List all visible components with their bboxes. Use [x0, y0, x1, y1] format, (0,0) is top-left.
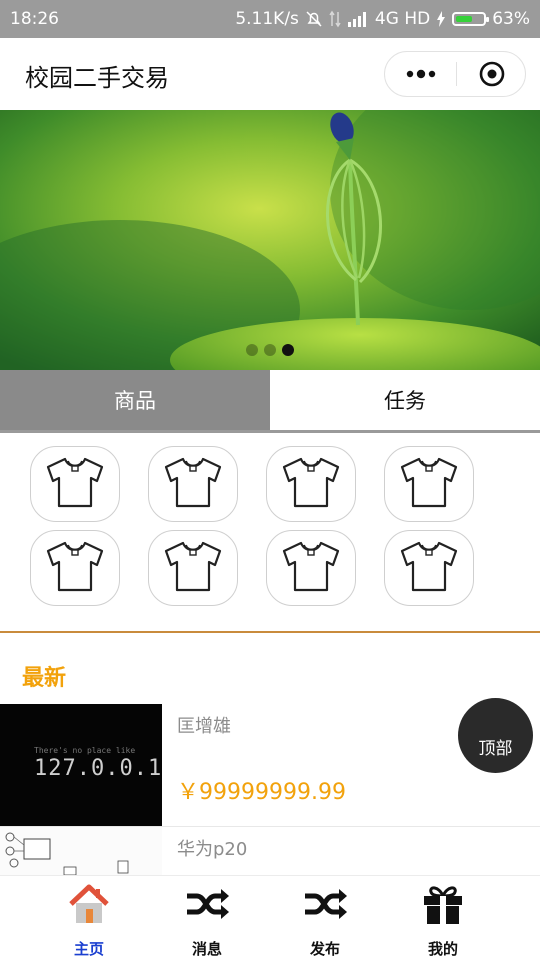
banner-image [0, 110, 540, 370]
thumbnail-ip-text: 127.0.0.1 [34, 756, 163, 781]
category-tile[interactable] [30, 446, 120, 522]
item-name: 华为p20 [177, 839, 248, 860]
tabbar-item-home[interactable]: 主页 [30, 876, 148, 961]
category-row [30, 530, 510, 606]
category-tile[interactable] [30, 530, 120, 606]
category-tile[interactable] [384, 530, 474, 606]
tabbar-item-messages[interactable]: 消息 [148, 876, 266, 961]
signal-icon [347, 11, 369, 27]
status-time: 18:26 [10, 9, 59, 29]
shuffle-icon [303, 882, 347, 926]
item-thumbnail: There's no place like 127.0.0.1 [0, 704, 162, 826]
tshirt-icon [398, 539, 460, 597]
tab-tasks[interactable]: 任务 [270, 370, 540, 433]
mute-bell-icon [305, 10, 323, 28]
tabbar-item-mine[interactable]: 我的 [384, 876, 502, 961]
carousel-dots [0, 344, 540, 356]
carousel-dot-active[interactable] [282, 344, 294, 356]
tabbar-label-publish: 发布 [309, 940, 340, 958]
tshirt-icon [44, 455, 106, 513]
target-circle-icon[interactable] [457, 52, 527, 96]
network-speed: 5.11K/s [235, 9, 299, 29]
page-title: 校园二手交易 [25, 64, 169, 92]
tabbar-label-mine: 我的 [427, 940, 458, 958]
thumbnail-caption: There's no place like [34, 746, 136, 755]
charging-icon [436, 11, 446, 27]
tshirt-icon [44, 539, 106, 597]
item-thumbnail [0, 827, 162, 875]
carousel-dot[interactable] [264, 344, 276, 356]
battery-icon [452, 12, 490, 26]
data-arrows-icon [329, 10, 341, 28]
category-tile[interactable] [384, 446, 474, 522]
section-divider [0, 631, 540, 633]
carousel-dot[interactable] [246, 344, 258, 356]
gift-icon [421, 882, 465, 926]
category-tabs: 商品 任务 [0, 370, 540, 433]
latest-section-title: 最新 [22, 666, 67, 691]
category-grid [30, 446, 510, 614]
tshirt-icon [280, 455, 342, 513]
tabbar-label-messages: 消息 [191, 940, 222, 958]
battery-percent: 63% [492, 9, 530, 29]
home-icon [67, 882, 111, 926]
banner-carousel[interactable] [0, 110, 540, 370]
list-item[interactable]: 华为p20 [0, 827, 540, 875]
category-row [30, 446, 510, 522]
tabbar-label-home: 主页 [73, 940, 104, 958]
shuffle-icon [185, 882, 229, 926]
tab-goods[interactable]: 商品 [0, 370, 270, 433]
nav-bar: 校园二手交易 [0, 38, 540, 111]
tshirt-icon [162, 539, 224, 597]
category-tile[interactable] [266, 446, 356, 522]
tshirt-icon [162, 455, 224, 513]
status-bar: 18:26 5.11K/s 4G HD 63% [0, 0, 540, 38]
more-dots-icon[interactable] [385, 52, 456, 96]
category-tile[interactable] [148, 446, 238, 522]
tshirt-icon [280, 539, 342, 597]
item-price: ￥99999999.99 [177, 780, 346, 805]
back-to-top-button[interactable]: 顶部 [458, 698, 533, 773]
mini-program-capsule [384, 51, 526, 97]
category-tile[interactable] [148, 530, 238, 606]
tabbar-item-publish[interactable]: 发布 [266, 876, 384, 961]
network-type: 4G HD [374, 9, 431, 29]
item-name: 匡增雄 [177, 716, 231, 737]
category-tile[interactable] [266, 530, 356, 606]
bottom-tab-bar: 主页 消息 发布 我的 [0, 875, 540, 961]
tshirt-icon [398, 455, 460, 513]
